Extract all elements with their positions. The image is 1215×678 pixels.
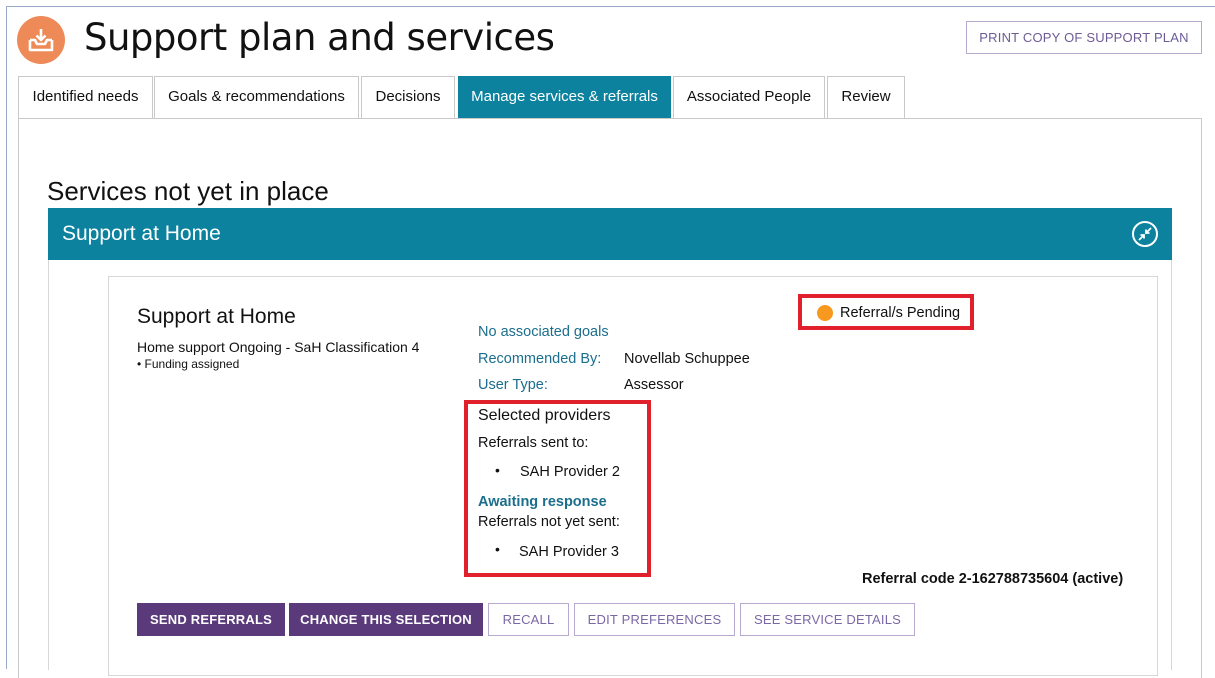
change-selection-button[interactable]: CHANGE THIS SELECTION	[289, 603, 483, 636]
tab-identified-needs[interactable]: Identified needs	[18, 76, 153, 119]
funding-status: • Funding assigned	[137, 357, 240, 371]
service-banner: Support at Home	[48, 208, 1172, 260]
service-description: Home support Ongoing - SaH Classificatio…	[137, 339, 420, 355]
referral-status-badge: Referral/s Pending	[798, 294, 974, 330]
provider-sent-item: SAH Provider 2	[520, 464, 620, 480]
pending-status-dot-icon	[817, 305, 833, 321]
see-service-details-button[interactable]: SEE SERVICE DETAILS	[740, 603, 915, 636]
tab-associated-people[interactable]: Associated People	[673, 76, 825, 119]
tab-review[interactable]: Review	[827, 76, 905, 119]
service-title: Support at Home	[137, 305, 296, 328]
page-title: Support plan and services	[84, 16, 555, 59]
tab-manage-services-referrals[interactable]: Manage services & referrals	[458, 76, 671, 119]
edit-preferences-button[interactable]: EDIT PREFERENCES	[574, 603, 735, 636]
user-type-value: Assessor	[624, 377, 684, 393]
awaiting-response-status: Awaiting response	[478, 494, 607, 510]
referral-code: Referral code 2-162788735604 (active)	[862, 571, 1124, 587]
referrals-sent-label: Referrals sent to:	[478, 435, 589, 451]
user-type-label: User Type:	[478, 377, 548, 393]
selected-providers-heading: Selected providers	[478, 407, 611, 424]
download-tray-icon	[17, 16, 65, 64]
bullet-icon: •	[495, 462, 500, 478]
banner-title: Support at Home	[62, 222, 221, 245]
tab-goals-recommendations[interactable]: Goals & recommendations	[154, 76, 359, 119]
send-referrals-button[interactable]: SEND REFERRALS	[137, 603, 285, 636]
associated-goals: No associated goals	[478, 324, 609, 340]
section-heading: Services not yet in place	[47, 176, 329, 206]
tab-decisions[interactable]: Decisions	[361, 76, 455, 119]
referral-status-text: Referral/s Pending	[840, 305, 961, 321]
recommended-by-value: Novellab Schuppee	[624, 351, 750, 367]
provider-not-sent-item: SAH Provider 3	[519, 544, 619, 560]
print-support-plan-button[interactable]: PRINT COPY OF SUPPORT PLAN	[966, 21, 1202, 54]
bullet-icon: •	[495, 541, 500, 557]
recall-button[interactable]: RECALL	[488, 603, 569, 636]
collapse-arrows-icon[interactable]	[1132, 221, 1158, 247]
recommended-by-label: Recommended By:	[478, 351, 602, 367]
referrals-not-sent-label: Referrals not yet sent:	[478, 514, 620, 530]
